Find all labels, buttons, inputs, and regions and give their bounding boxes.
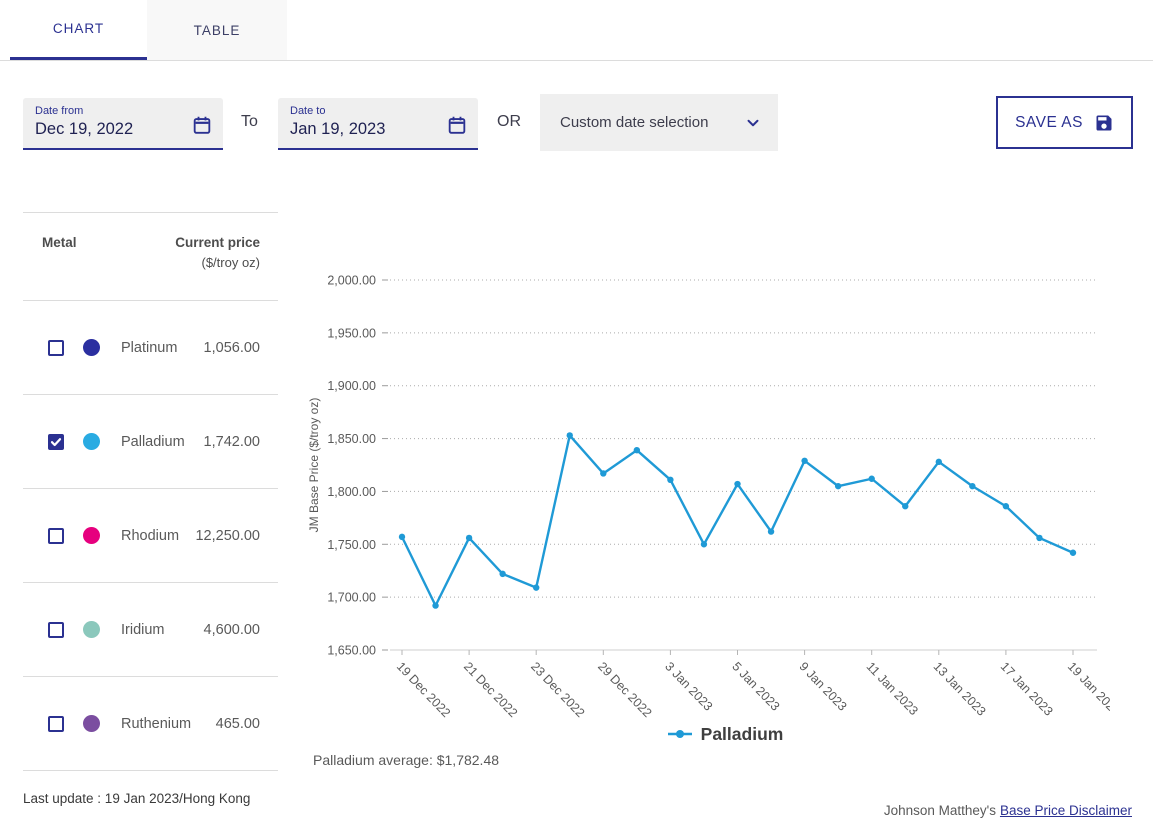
svg-text:19 Jan 2023: 19 Jan 2023 — [1065, 659, 1110, 718]
svg-text:19 Dec 2022: 19 Dec 2022 — [394, 659, 453, 720]
svg-text:1,700.00: 1,700.00 — [327, 591, 376, 605]
or-connector-label: OR — [497, 113, 521, 131]
metals-panel: Metal Current price ($/troy oz) Platinum… — [23, 212, 278, 771]
attribution-text: Johnson Matthey's — [884, 803, 996, 818]
ruthenium-checkbox[interactable] — [48, 716, 64, 732]
date-to-value: Jan 19, 2023 — [290, 120, 466, 139]
metal-row-palladium[interactable]: Palladium 1,742.00 — [23, 395, 278, 489]
metal-price: 1,742.00 — [204, 434, 260, 450]
date-to-field[interactable]: Date to Jan 19, 2023 — [278, 98, 478, 150]
svg-text:2,000.00: 2,000.00 — [327, 274, 376, 288]
svg-text:JM Base Price ($/troy oz): JM Base Price ($/troy oz) — [307, 398, 321, 533]
metal-prices-page: CHART TABLE Date from Dec 19, 2022 To Da… — [0, 0, 1153, 834]
disclaimer-line: Johnson Matthey's Base Price Disclaimer — [884, 803, 1132, 818]
chevron-down-icon — [744, 114, 762, 132]
metal-column-header: Metal — [42, 235, 77, 300]
platinum-color-dot — [83, 339, 100, 356]
legend-item-palladium[interactable]: Palladium — [620, 721, 830, 747]
palladium-checkbox[interactable] — [48, 434, 64, 450]
svg-text:17 Jan 2023: 17 Jan 2023 — [998, 659, 1056, 718]
svg-text:23 Dec 2022: 23 Dec 2022 — [528, 659, 587, 720]
svg-text:1,900.00: 1,900.00 — [327, 379, 376, 393]
svg-text:1,800.00: 1,800.00 — [327, 485, 376, 499]
svg-text:1,950.00: 1,950.00 — [327, 326, 376, 340]
legend-marker-icon — [667, 728, 693, 740]
svg-text:13 Jan 2023: 13 Jan 2023 — [931, 659, 989, 718]
metal-row-platinum[interactable]: Platinum 1,056.00 — [23, 301, 278, 395]
metal-price: 1,056.00 — [204, 340, 260, 356]
tab-table[interactable]: TABLE — [147, 0, 287, 60]
price-column-unit: ($/troy oz) — [175, 255, 260, 270]
metal-name: Platinum — [121, 340, 177, 356]
view-tabs: CHART TABLE — [0, 0, 1153, 61]
tab-chart[interactable]: CHART — [10, 0, 147, 60]
palladium-color-dot — [83, 433, 100, 450]
save-icon — [1094, 113, 1114, 133]
rhodium-color-dot — [83, 527, 100, 544]
price-column-header: Current price — [175, 235, 260, 250]
svg-text:29 Dec 2022: 29 Dec 2022 — [595, 659, 654, 720]
svg-text:1,750.00: 1,750.00 — [327, 538, 376, 552]
metal-price: 12,250.00 — [195, 528, 260, 544]
svg-text:21 Dec 2022: 21 Dec 2022 — [461, 659, 520, 720]
date-to-label: Date to — [290, 105, 466, 117]
to-connector-label: To — [241, 113, 258, 131]
svg-text:5 Jan 2023: 5 Jan 2023 — [729, 659, 782, 713]
calendar-icon[interactable] — [446, 114, 468, 136]
date-from-field[interactable]: Date from Dec 19, 2022 — [23, 98, 223, 150]
custom-date-selection-dropdown[interactable]: Custom date selection — [540, 94, 778, 151]
iridium-checkbox[interactable] — [48, 622, 64, 638]
metal-name: Rhodium — [121, 528, 179, 544]
metal-row-ruthenium[interactable]: Ruthenium 465.00 — [23, 677, 278, 771]
save-as-label: SAVE AS — [1015, 114, 1083, 132]
metal-price: 465.00 — [216, 716, 260, 732]
metal-name: Palladium — [121, 434, 185, 450]
save-as-button[interactable]: SAVE AS — [996, 96, 1133, 149]
metal-name: Ruthenium — [121, 716, 191, 732]
svg-text:1,650.00: 1,650.00 — [327, 644, 376, 658]
metal-row-rhodium[interactable]: Rhodium 12,250.00 — [23, 489, 278, 583]
custom-date-selection-value: Custom date selection — [560, 114, 744, 131]
metal-row-iridium[interactable]: Iridium 4,600.00 — [23, 583, 278, 677]
metal-name: Iridium — [121, 622, 165, 638]
svg-text:9 Jan 2023: 9 Jan 2023 — [796, 659, 849, 713]
iridium-color-dot — [83, 621, 100, 638]
calendar-icon[interactable] — [191, 114, 213, 136]
svg-text:11 Jan 2023: 11 Jan 2023 — [864, 659, 921, 718]
rhodium-checkbox[interactable] — [48, 528, 64, 544]
legend-label: Palladium — [701, 724, 784, 745]
date-from-label: Date from — [35, 105, 211, 117]
base-price-disclaimer-link[interactable]: Base Price Disclaimer — [1000, 803, 1132, 818]
palladium-average-text: Palladium average: $1,782.48 — [313, 752, 499, 768]
last-update-text: Last update : 19 Jan 2023/Hong Kong — [23, 791, 250, 806]
svg-text:3 Jan 2023: 3 Jan 2023 — [662, 659, 715, 713]
svg-text:1,850.00: 1,850.00 — [327, 432, 376, 446]
date-from-value: Dec 19, 2022 — [35, 120, 211, 139]
metals-header: Metal Current price ($/troy oz) — [23, 212, 278, 301]
platinum-checkbox[interactable] — [48, 340, 64, 356]
palladium-price-chart: 2,000.00 1,950.00 1,900.00 1,850.00 1,800.00… — [300, 255, 1110, 725]
ruthenium-color-dot — [83, 715, 100, 732]
metal-price: 4,600.00 — [204, 622, 260, 638]
